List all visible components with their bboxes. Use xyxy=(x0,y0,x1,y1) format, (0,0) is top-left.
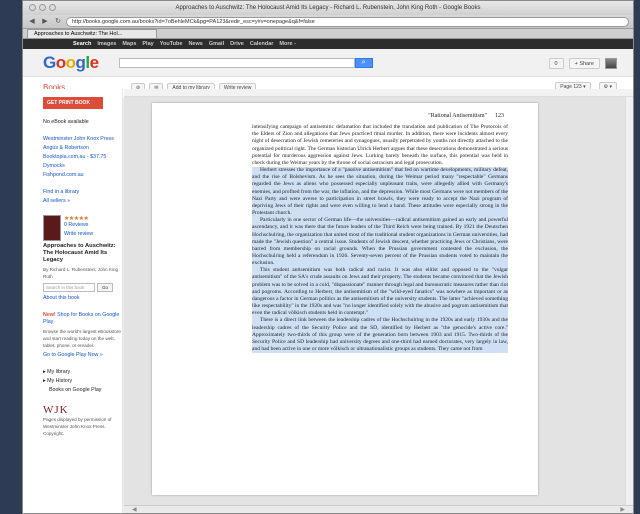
publisher-logo[interactable]: WJK xyxy=(43,404,122,416)
title-bar: Approaches to Auschwitz: The Holocaust A… xyxy=(23,1,633,15)
book-title: Approaches to Auschwitz: The Holocaust A… xyxy=(43,243,116,263)
forward-icon[interactable]: ▶ xyxy=(40,17,50,27)
gbar-item[interactable]: Search xyxy=(73,41,91,47)
avatar[interactable] xyxy=(605,58,617,69)
google-logo[interactable]: Google xyxy=(43,53,99,73)
search-input[interactable] xyxy=(118,57,355,68)
page-paragraph: This student antisemitism was both radic… xyxy=(252,267,508,318)
rating-stars: ★★★★★ xyxy=(64,216,89,222)
tab-current[interactable]: Approaches to Auschwitz: The Hol... xyxy=(27,29,157,38)
no-ebook-text: No eBook available xyxy=(43,119,89,125)
share-button[interactable]: + Share xyxy=(568,58,600,69)
gbar-item[interactable]: YouTube xyxy=(160,41,183,47)
book-cover[interactable] xyxy=(43,215,61,241)
write-review-link[interactable]: Write review xyxy=(64,231,93,238)
gbar-item[interactable]: Play xyxy=(142,41,153,47)
notifications-button[interactable]: 0 xyxy=(548,58,564,69)
minimize-window-button[interactable] xyxy=(39,4,46,11)
about-book-link[interactable]: About this book xyxy=(43,295,122,302)
gbar-item[interactable]: Calendar xyxy=(250,41,274,47)
seller-link[interactable]: Dymocks xyxy=(43,163,122,170)
running-head: "Rational Antisemitism" 123 xyxy=(428,113,504,119)
page-number: 123 xyxy=(495,113,504,119)
gbar-item[interactable]: Maps xyxy=(122,41,136,47)
browser-toolbar: ◀ ▶ ↻ http://books.google.com.au/books?i… xyxy=(23,15,633,29)
all-sellers-link[interactable]: All sellers » xyxy=(43,198,122,205)
google-header: Google ⌕ 0 + Share xyxy=(23,49,633,77)
page-paragraph: Particularly in one sector of German lif… xyxy=(252,217,508,268)
search-icon: ⌕ xyxy=(361,58,366,66)
page-text: intensifying campaign of antisemitic def… xyxy=(252,124,508,354)
reader-scrollbar[interactable] xyxy=(625,97,633,513)
google-bar: Search Images Maps Play YouTube News Gmail Driv… xyxy=(23,39,633,49)
tab-bar: Approaches to Auschwitz: The Hol... xyxy=(23,29,633,39)
seller-link[interactable]: Westminster John Knox Press xyxy=(43,136,122,143)
reader-top-strip xyxy=(124,89,633,97)
header-right: 0 + Share xyxy=(548,58,617,69)
book-summary: ★★★★★ 0 Reviews Write review xyxy=(43,215,122,241)
search-in-book: Search in this book Go xyxy=(43,283,122,292)
books-on-play-link[interactable]: Books on Google Play xyxy=(43,387,122,394)
search-in-book-input[interactable]: Search in this book xyxy=(43,283,95,292)
browser-window: Approaches to Auschwitz: The Holocaust A… xyxy=(22,0,634,514)
gbar-item[interactable]: More - xyxy=(279,41,296,47)
page-paragraph: Herbert stresses the importance of a "pa… xyxy=(252,167,508,218)
left-sidebar: GET PRINT BOOK No eBook available Westmi… xyxy=(23,89,123,513)
close-window-button[interactable] xyxy=(29,4,36,11)
my-library-link[interactable]: ▸ My library xyxy=(43,369,122,376)
go-button[interactable]: Go xyxy=(97,283,113,292)
book-page: "Rational Antisemitism" 123 intensifying … xyxy=(152,103,538,495)
browse-text: Browse the world's largest eBookstore an… xyxy=(43,329,121,348)
my-history-link[interactable]: ▸ My History xyxy=(43,378,122,385)
back-icon[interactable]: ◀ xyxy=(27,17,37,27)
reviews-link[interactable]: 0 Reviews xyxy=(64,222,93,229)
address-bar[interactable]: http://books.google.com.au/books?id=7oBe… xyxy=(66,16,629,27)
search-button[interactable]: ⌕ xyxy=(354,57,373,68)
reload-icon[interactable]: ↻ xyxy=(53,17,63,27)
gbar-item[interactable]: Gmail xyxy=(209,41,224,47)
window-controls xyxy=(29,4,56,11)
page-paragraph: There is a direct link between the leade… xyxy=(252,317,508,354)
next-page-icon[interactable]: ▶ xyxy=(620,506,625,513)
seller-link[interactable]: Fishpond.com.au xyxy=(43,172,122,179)
zoom-window-button[interactable] xyxy=(49,4,56,11)
gbar-item[interactable]: News xyxy=(188,41,202,47)
seller-link[interactable]: Angus & Robertson xyxy=(43,145,122,152)
gbar-item[interactable]: Drive xyxy=(230,41,244,47)
gbar-item[interactable]: Images xyxy=(97,41,116,47)
permission-text: Pages displayed by permission of Westmin… xyxy=(43,417,112,436)
page-nav: ◀ ▶ xyxy=(124,505,633,513)
go-to-play-link[interactable]: Go to Google Play Now » xyxy=(43,352,122,359)
window-title: Approaches to Auschwitz: The Holocaust A… xyxy=(175,5,481,11)
book-authors: By Richard L. Rubenstein, John King Roth xyxy=(43,267,119,279)
previous-page-icon[interactable]: ◀ xyxy=(132,506,137,513)
find-in-library-link[interactable]: Find in a library xyxy=(43,189,122,196)
book-reader: "Rational Antisemitism" 123 intensifying … xyxy=(124,89,633,513)
page-paragraph: intensifying campaign of antisemitic def… xyxy=(252,124,508,166)
play-promo: New! Shop for Books on Google Play xyxy=(43,312,120,325)
seller-link[interactable]: Booktopia.com.au - $37.75 xyxy=(43,154,122,161)
get-print-book-button[interactable]: GET PRINT BOOK xyxy=(43,97,103,109)
